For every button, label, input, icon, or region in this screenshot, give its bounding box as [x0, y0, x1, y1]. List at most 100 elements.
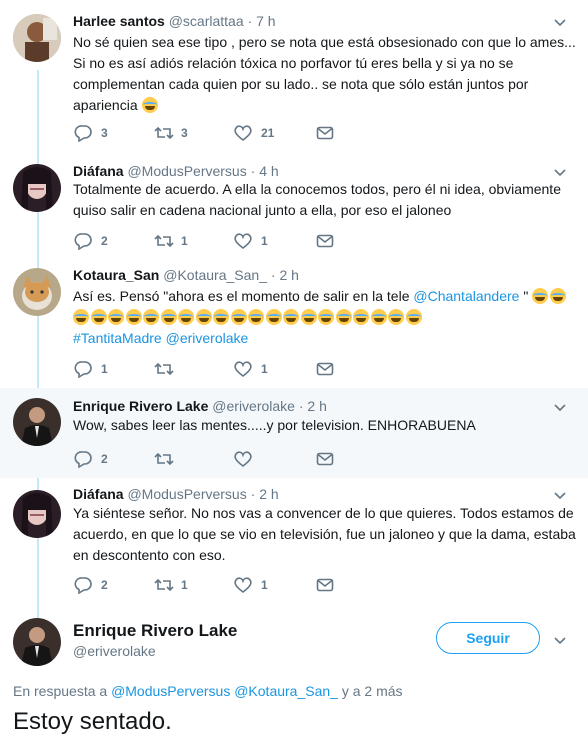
chevron-down-icon[interactable]: [554, 16, 566, 28]
retweet-button[interactable]: 3: [153, 124, 213, 142]
separator-dot: ·: [247, 13, 253, 29]
timestamp[interactable]: 2 h: [307, 398, 326, 414]
user-handle[interactable]: @Kotaura_San_: [163, 267, 267, 283]
tweet-4[interactable]: Enrique Rivero Lake @eriverolake · 2 h W…: [0, 388, 588, 478]
reply-icon: [74, 451, 92, 468]
like-button[interactable]: 1: [233, 576, 293, 594]
reply-button[interactable]: 2: [73, 232, 133, 250]
tweet-header: Diáfana @ModusPerversus · 4 h: [73, 162, 279, 180]
avatar-diafana-image: [13, 164, 61, 212]
avatar[interactable]: [13, 268, 61, 316]
like-button[interactable]: 1: [233, 360, 293, 378]
mention-link[interactable]: @eriverolake: [166, 330, 249, 346]
avatar[interactable]: [13, 490, 61, 538]
tweet-text: Wow, sabes leer las mentes.....y por tel…: [73, 417, 476, 433]
chevron-down-icon[interactable]: [554, 166, 566, 178]
user-handle[interactable]: @scarlattaa: [169, 13, 244, 29]
reply-icon: [74, 577, 92, 594]
retweet-button[interactable]: 1: [153, 232, 213, 250]
tears-of-joy-emoji: [265, 309, 282, 325]
display-name[interactable]: Enrique Rivero Lake: [73, 621, 237, 641]
message-button[interactable]: [316, 450, 336, 468]
envelope-icon: [316, 578, 334, 592]
tweet-text-content: ": [519, 288, 529, 304]
tweet-header: Harlee santos @scarlattaa · 7 h: [73, 12, 276, 30]
user-handle[interactable]: @ModusPerversus: [127, 163, 246, 179]
display-name[interactable]: Kotaura_San: [73, 267, 159, 283]
retweet-button[interactable]: [153, 450, 213, 468]
avatar[interactable]: [13, 398, 61, 446]
heart-icon: [234, 125, 252, 142]
timestamp[interactable]: 4 h: [259, 163, 278, 179]
tweet-text: No sé quien sea ese tipo , pero se nota …: [73, 32, 578, 116]
reply-prefix: En respuesta a: [13, 683, 108, 699]
display-name[interactable]: Harlee santos: [73, 13, 165, 29]
follow-button[interactable]: Seguir: [436, 622, 540, 654]
retweet-button[interactable]: [153, 360, 213, 378]
tweet-actions: 2 1 1: [73, 232, 363, 250]
mention-link[interactable]: @Kotaura_San_: [234, 683, 338, 699]
message-button[interactable]: [316, 124, 336, 142]
timestamp[interactable]: 2 h: [259, 486, 278, 502]
like-count: 1: [261, 362, 268, 376]
user-handle[interactable]: @ModusPerversus: [127, 486, 246, 502]
tears-of-joy-emoji: [248, 309, 264, 325]
retweet-icon: [154, 234, 174, 248]
avatar[interactable]: [13, 618, 61, 666]
reply-button[interactable]: 2: [73, 576, 133, 594]
tears-of-joy-emoji: [300, 309, 317, 325]
timestamp[interactable]: 2 h: [279, 267, 298, 283]
message-button[interactable]: [316, 232, 336, 250]
like-button[interactable]: [233, 450, 293, 468]
avatar[interactable]: [13, 14, 61, 62]
tears-of-joy-emoji: [549, 288, 566, 304]
message-button[interactable]: [316, 576, 336, 594]
reply-context: En respuesta a @ModusPerversus @Kotaura_…: [13, 683, 403, 699]
reply-count: 2: [101, 234, 108, 248]
retweet-icon: [154, 126, 174, 140]
tears-of-joy-emoji: [143, 309, 159, 325]
retweet-button[interactable]: 1: [153, 576, 213, 594]
reply-button[interactable]: 2: [73, 450, 133, 468]
tweet-2[interactable]: Diáfana @ModusPerversus · 4 h Totalmente…: [0, 158, 588, 258]
tweet-header: Diáfana @ModusPerversus · 2 h: [73, 485, 279, 503]
like-count: 1: [261, 234, 268, 248]
avatar[interactable]: [13, 164, 61, 212]
like-button[interactable]: 1: [233, 232, 293, 250]
mention-link[interactable]: @Chantalandere: [413, 288, 519, 304]
tears-of-joy-emoji: [532, 288, 549, 304]
like-button[interactable]: 21: [233, 124, 293, 142]
user-handle[interactable]: @eriverolake: [73, 643, 156, 659]
tweet-5[interactable]: Diáfana @ModusPerversus · 2 h Ya siéntes…: [0, 478, 588, 604]
chevron-down-icon[interactable]: [554, 401, 566, 413]
tweet-text-content: Así es. Pensó "ahora es el momento de sa…: [73, 288, 414, 304]
avatar-enrique-image: [13, 618, 61, 666]
retweet-icon: [154, 578, 174, 592]
mention-link[interactable]: @ModusPerversus: [111, 683, 230, 699]
chevron-down-icon[interactable]: [554, 489, 566, 501]
reply-button[interactable]: 1: [73, 360, 133, 378]
chevron-down-icon[interactable]: [554, 634, 566, 646]
tweet-1[interactable]: Harlee santos @scarlattaa · 7 h No sé qu…: [0, 0, 588, 158]
tears-of-joy-emoji: [160, 309, 177, 325]
display-name[interactable]: Diáfana: [73, 163, 124, 179]
reply-button[interactable]: 3: [73, 124, 133, 142]
message-button[interactable]: [316, 360, 336, 378]
user-handle[interactable]: @eriverolake: [212, 398, 295, 414]
hashtag-link[interactable]: #TantitaMadre: [73, 330, 162, 346]
tweet-text: Así es. Pensó "ahora es el momento de sa…: [73, 286, 578, 349]
reply-suffix[interactable]: y a 2 más: [342, 683, 403, 699]
tweet-header: Kotaura_San @Kotaura_San_ · 2 h: [73, 266, 299, 284]
display-name[interactable]: Enrique Rivero Lake: [73, 398, 208, 414]
envelope-icon: [316, 126, 334, 140]
tears-of-joy-emoji: [195, 309, 212, 325]
tweet-actions: 2 1 1: [73, 576, 363, 594]
tweet-header: Enrique Rivero Lake @eriverolake · 2 h: [73, 397, 327, 415]
heart-icon: [234, 451, 252, 468]
display-name[interactable]: Diáfana: [73, 486, 124, 502]
tears-of-joy-emoji: [178, 309, 194, 325]
tweet-3[interactable]: Kotaura_San @Kotaura_San_ · 2 h Así es. …: [0, 258, 588, 386]
heart-icon: [234, 577, 252, 594]
tweet-text: Totalmente de acuerdo. A ella la conocem…: [73, 181, 561, 218]
timestamp[interactable]: 7 h: [256, 13, 275, 29]
